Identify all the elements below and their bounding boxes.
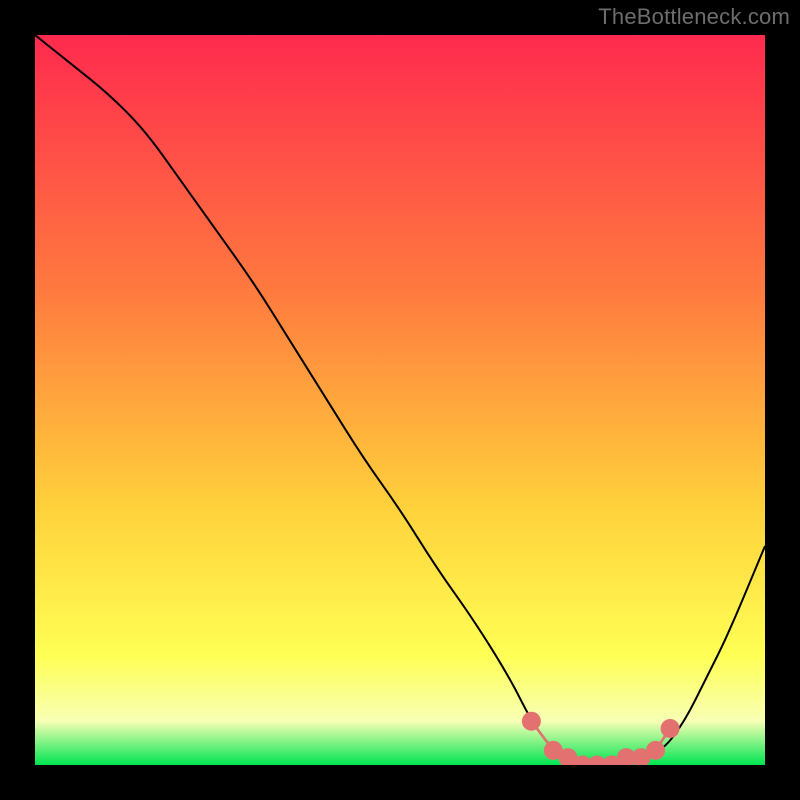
sweet-spot-marker	[661, 719, 680, 738]
chart-background	[35, 35, 765, 765]
sweet-spot-marker	[522, 712, 541, 731]
watermark-text: TheBottleneck.com	[598, 4, 790, 30]
chart-svg	[35, 35, 765, 765]
sweet-spot-marker	[646, 741, 665, 760]
chart-frame: TheBottleneck.com	[0, 0, 800, 800]
bottleneck-chart	[35, 35, 765, 765]
